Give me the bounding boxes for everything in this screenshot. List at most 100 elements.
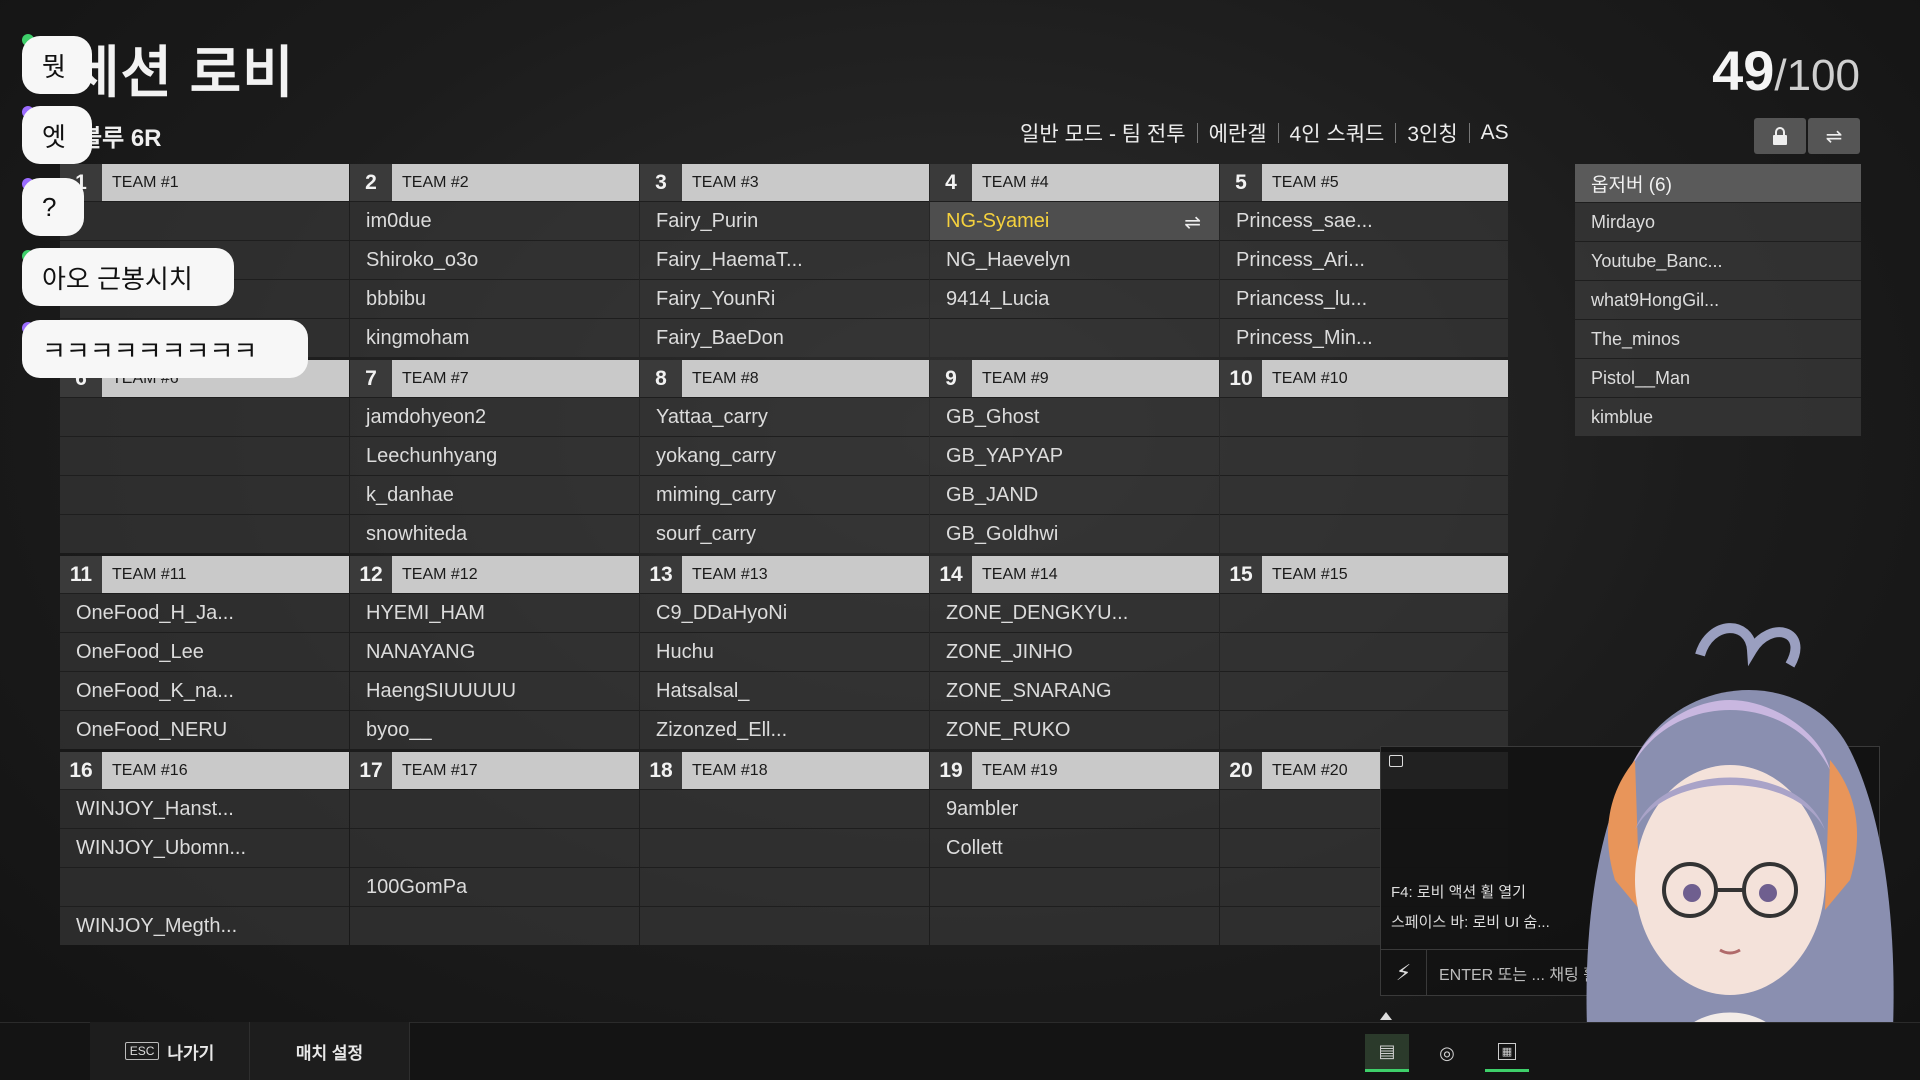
player-slot[interactable]: [1220, 514, 1508, 553]
player-slot[interactable]: [350, 828, 639, 867]
player-slot[interactable]: ZONE_DENGKYU...: [930, 593, 1219, 632]
radar-button[interactable]: ◎: [1425, 1034, 1469, 1072]
player-slot[interactable]: NANAYANG: [350, 632, 639, 671]
team-card[interactable]: 10 TEAM #10: [1220, 360, 1508, 556]
player-slot[interactable]: GB_Goldhwi: [930, 514, 1219, 553]
player-slot[interactable]: Yattaa_carry: [640, 397, 929, 436]
team-card[interactable]: 14 TEAM #14 ZONE_DENGKYU... ZONE_JINHO ZONE_…: [930, 556, 1219, 752]
team-card[interactable]: 7 TEAM #7 jamdohyeon2 Leechunhyang k_danhae s…: [350, 360, 639, 556]
team-header[interactable]: 11 TEAM #11: [60, 556, 349, 593]
player-slot[interactable]: OneFood_K_na...: [60, 671, 349, 710]
player-slot[interactable]: [640, 867, 929, 906]
team-card[interactable]: 12 TEAM #12 HYEMI_HAM NANAYANG HaengSIUUUUU b…: [350, 556, 639, 752]
player-slot[interactable]: [930, 906, 1219, 945]
player-slot[interactable]: yokang_carry: [640, 436, 929, 475]
player-slot[interactable]: sourf_carry: [640, 514, 929, 553]
player-slot[interactable]: bbbibu: [350, 279, 639, 318]
player-slot[interactable]: OneFood_NERU: [60, 710, 349, 749]
team-card[interactable]: 2 TEAM #2 im0due Shiroko_o3o bbbibu kingmoham: [350, 164, 639, 360]
player-slot[interactable]: jamdohyeon2: [350, 397, 639, 436]
team-header[interactable]: 19 TEAM #19: [930, 752, 1219, 789]
observer-item[interactable]: Pistol__Man: [1575, 358, 1861, 397]
player-slot[interactable]: [350, 906, 639, 945]
player-slot[interactable]: Hatsalsal_: [640, 671, 929, 710]
team-header[interactable]: 16 TEAM #16: [60, 752, 349, 789]
team-card[interactable]: 5 TEAM #5 Princess_sae... Princess_Ari... Pr…: [1220, 164, 1508, 360]
team-card[interactable]: 6 TEAM #6: [60, 360, 349, 556]
observer-header[interactable]: 옵저버 (6): [1575, 164, 1861, 202]
team-header[interactable]: 13 TEAM #13: [640, 556, 929, 593]
team-card[interactable]: 11 TEAM #11 OneFood_H_Ja... OneFood_Lee OneF…: [60, 556, 349, 752]
observer-item[interactable]: Youtube_Banc...: [1575, 241, 1861, 280]
player-slot[interactable]: [60, 475, 349, 514]
player-slot[interactable]: Priancess_lu...: [1220, 279, 1508, 318]
chevron-up-icon[interactable]: [1380, 1012, 1392, 1020]
team-header[interactable]: 14 TEAM #14: [930, 556, 1219, 593]
team-card[interactable]: 17 TEAM #17 100GomPa: [350, 752, 639, 948]
player-slot[interactable]: miming_carry: [640, 475, 929, 514]
player-slot[interactable]: 100GomPa: [350, 867, 639, 906]
observer-item[interactable]: kimblue: [1575, 397, 1861, 436]
player-slot[interactable]: Princess_Min...: [1220, 318, 1508, 357]
team-card[interactable]: 18 TEAM #18: [640, 752, 929, 948]
player-slot[interactable]: WINJOY_Megth...: [60, 906, 349, 945]
player-slot[interactable]: kingmoham: [350, 318, 639, 357]
swap-teams-button[interactable]: ⇌: [1808, 118, 1860, 154]
player-slot[interactable]: NG-Syamei ⇌: [930, 201, 1219, 240]
player-slot[interactable]: [60, 201, 349, 240]
player-slot[interactable]: Fairy_BaeDon: [640, 318, 929, 357]
player-slot[interactable]: GB_YAPYAP: [930, 436, 1219, 475]
team-header[interactable]: 2 TEAM #2: [350, 164, 639, 201]
match-settings-button[interactable]: 매치 설정: [250, 1022, 410, 1080]
player-slot[interactable]: [1220, 593, 1508, 632]
observer-item[interactable]: Mirdayo: [1575, 202, 1861, 241]
player-slot[interactable]: C9_DDaHyoNi: [640, 593, 929, 632]
team-card[interactable]: 15 TEAM #15: [1220, 556, 1508, 752]
team-header[interactable]: 9 TEAM #9: [930, 360, 1219, 397]
player-slot[interactable]: [1220, 475, 1508, 514]
player-slot[interactable]: [1220, 710, 1508, 749]
player-slot[interactable]: Fairy_YounRi: [640, 279, 929, 318]
player-slot[interactable]: [60, 514, 349, 553]
player-slot[interactable]: HaengSIUUUUU: [350, 671, 639, 710]
player-slot[interactable]: HYEMI_HAM: [350, 593, 639, 632]
player-slot[interactable]: WINJOY_Hanst...: [60, 789, 349, 828]
player-slot[interactable]: im0due: [350, 201, 639, 240]
team-header[interactable]: 12 TEAM #12: [350, 556, 639, 593]
player-slot[interactable]: Fairy_HaemaT...: [640, 240, 929, 279]
player-slot[interactable]: Leechunhyang: [350, 436, 639, 475]
team-card[interactable]: 8 TEAM #8 Yattaa_carry yokang_carry miming_c…: [640, 360, 929, 556]
team-header[interactable]: 15 TEAM #15: [1220, 556, 1508, 593]
player-slot[interactable]: k_danhae: [350, 475, 639, 514]
player-slot[interactable]: [60, 436, 349, 475]
player-slot[interactable]: [640, 906, 929, 945]
player-slot[interactable]: 9414_Lucia: [930, 279, 1219, 318]
player-slot[interactable]: [1220, 397, 1508, 436]
player-slot[interactable]: [930, 867, 1219, 906]
team-header[interactable]: 18 TEAM #18: [640, 752, 929, 789]
observer-item[interactable]: The_minos: [1575, 319, 1861, 358]
player-slot[interactable]: Zizonzed_Ell...: [640, 710, 929, 749]
player-slot[interactable]: GB_Ghost: [930, 397, 1219, 436]
player-slot[interactable]: Fairy_Purin: [640, 201, 929, 240]
team-card[interactable]: 3 TEAM #3 Fairy_Purin Fairy_HaemaT... Fairy_…: [640, 164, 929, 360]
team-header[interactable]: 7 TEAM #7: [350, 360, 639, 397]
team-card[interactable]: 9 TEAM #9 GB_Ghost GB_YAPYAP GB_JAND GB_Goldh…: [930, 360, 1219, 556]
pubg-button[interactable]: ▦: [1485, 1034, 1529, 1072]
team-card[interactable]: 4 TEAM #4 NG-Syamei ⇌ NG_Haevelyn 9414_Lucia: [930, 164, 1219, 360]
swap-icon[interactable]: ⇌: [1184, 210, 1201, 235]
player-slot[interactable]: snowhiteda: [350, 514, 639, 553]
player-slot[interactable]: [60, 867, 349, 906]
lock-button[interactable]: [1754, 118, 1806, 154]
team-header[interactable]: 8 TEAM #8: [640, 360, 929, 397]
player-slot[interactable]: [60, 397, 349, 436]
player-slot[interactable]: [930, 318, 1219, 357]
player-slot[interactable]: [350, 789, 639, 828]
lightning-icon[interactable]: ⚡: [1381, 949, 1427, 996]
player-slot[interactable]: GB_JAND: [930, 475, 1219, 514]
team-header[interactable]: 3 TEAM #3: [640, 164, 929, 201]
player-slot[interactable]: Shiroko_o3o: [350, 240, 639, 279]
team-header[interactable]: 1 TEAM #1: [60, 164, 349, 201]
player-slot[interactable]: [640, 789, 929, 828]
team-header[interactable]: 17 TEAM #17: [350, 752, 639, 789]
